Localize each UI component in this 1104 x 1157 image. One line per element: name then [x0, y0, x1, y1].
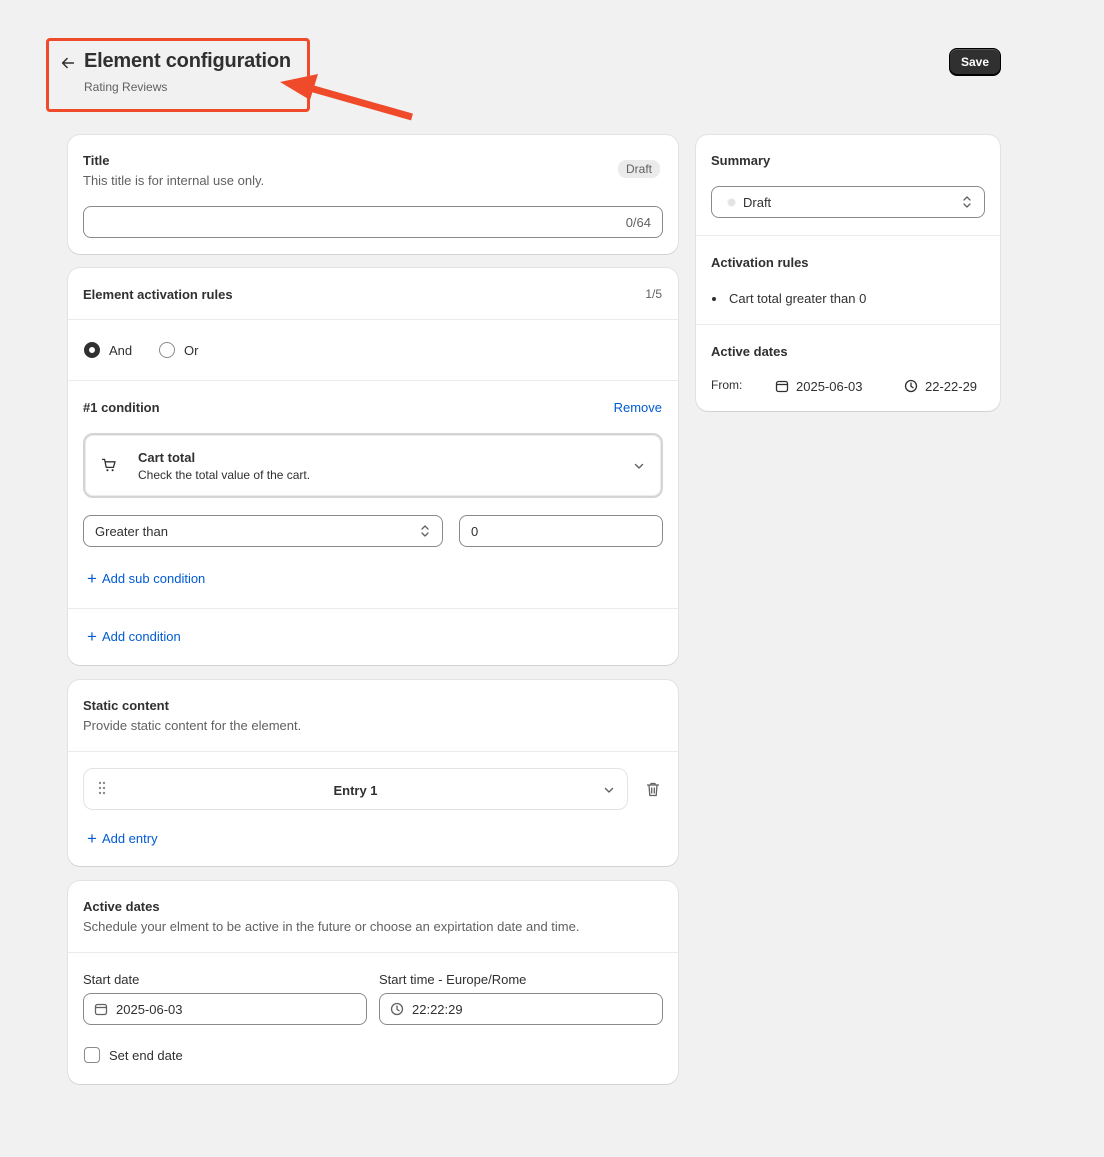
summary-heading: Summary [711, 153, 771, 168]
operator-select[interactable]: Greater than [83, 515, 443, 547]
status-select[interactable]: Draft [711, 186, 985, 218]
summary-rule-text: Cart total greater than 0 [729, 291, 867, 306]
clock-icon [904, 379, 918, 393]
clock-icon [390, 1002, 404, 1016]
start-date-input[interactable]: 2025-06-03 [83, 993, 367, 1025]
and-radio[interactable] [84, 342, 100, 358]
start-date-label: Start date [83, 972, 140, 987]
summary-rules-heading: Activation rules [711, 255, 809, 270]
rules-count: 1/5 [645, 287, 662, 301]
summary-from-time: 22-22-29 [925, 379, 978, 394]
chevron-down-icon [634, 463, 644, 469]
summary-rule-item: Cart total greater than 0 [712, 291, 866, 306]
title-heading: Title [83, 153, 110, 168]
title-input[interactable]: 0/64 [83, 206, 663, 238]
plus-icon: + [87, 829, 97, 848]
plus-icon: + [87, 569, 97, 588]
select-arrows-icon [421, 525, 429, 537]
add-entry-link[interactable]: + Add entry [87, 828, 158, 848]
dates-heading: Active dates [83, 899, 160, 914]
active-dates-card: Active dates Schedule your elment to be … [68, 881, 678, 1084]
operator-value: Greater than [95, 523, 168, 539]
condition-type-description: Check the total value of the cart. [138, 468, 311, 482]
summary-dates-heading: Active dates [711, 344, 788, 359]
condition-type-title: Cart total [138, 450, 196, 465]
status-value: Draft [743, 194, 772, 210]
static-description: Provide static content for the element. [83, 718, 302, 733]
condition-heading: #1 condition [83, 400, 160, 415]
page-subtitle: Rating Reviews [84, 80, 168, 94]
start-time-value: 22:22:29 [412, 1001, 463, 1017]
entry-row[interactable]: Entry 1 [83, 768, 628, 810]
arrow-left-icon[interactable] [59, 54, 77, 72]
calendar-icon [94, 1003, 108, 1016]
cart-icon [101, 458, 116, 472]
set-end-date-checkbox[interactable] [84, 1047, 100, 1063]
start-time-label: Start time - Europe/Rome [379, 972, 527, 987]
static-content-card: Static content Provide static content fo… [68, 680, 678, 866]
or-radio[interactable] [159, 342, 175, 358]
remove-condition-link[interactable]: Remove [614, 400, 662, 415]
char-counter: 0/64 [625, 215, 651, 230]
activation-rules-card: Element activation rules 1/5 And Or #1 c… [68, 268, 678, 665]
calendar-icon [775, 380, 789, 393]
title-description: This title is for internal use only. [83, 173, 265, 188]
and-label: And [109, 343, 133, 358]
select-arrows-icon [963, 196, 971, 208]
summary-card: Summary Draft Activation rules Cart tota… [696, 135, 1000, 411]
add-sub-condition-label: Add sub condition [101, 571, 206, 586]
plus-icon: + [87, 627, 97, 646]
title-card: Title This title is for internal use onl… [68, 135, 678, 254]
or-label: Or [184, 343, 199, 358]
entry-label: Entry 1 [333, 783, 378, 798]
add-entry-label: Add entry [101, 831, 158, 846]
start-time-input[interactable]: 22:22:29 [379, 993, 663, 1025]
add-condition-link[interactable]: + Add condition [87, 626, 181, 646]
status-dot-icon [727, 198, 736, 207]
add-sub-condition-link[interactable]: + Add sub condition [87, 568, 205, 588]
rules-heading: Element activation rules [83, 287, 233, 302]
condition-value-input[interactable]: 0 [459, 515, 663, 547]
from-label: From: [711, 378, 743, 392]
annotation-arrow [280, 74, 413, 121]
static-heading: Static content [83, 698, 169, 713]
set-end-date-label: Set end date [109, 1048, 183, 1063]
dates-description: Schedule your elment to be active in the… [83, 919, 580, 934]
condition-type-select[interactable]: Cart total Check the total value of the … [83, 433, 663, 498]
add-condition-label: Add condition [101, 629, 181, 644]
save-button[interactable]: Save [949, 48, 1001, 76]
start-date-value: 2025-06-03 [116, 1001, 183, 1017]
trash-icon[interactable] [645, 781, 661, 798]
status-badge: Draft [618, 160, 661, 178]
condition-value: 0 [471, 523, 479, 539]
chevron-down-icon [604, 787, 614, 793]
page-title: Element configuration [84, 50, 291, 72]
summary-from-date: 2025-06-03 [796, 379, 863, 394]
